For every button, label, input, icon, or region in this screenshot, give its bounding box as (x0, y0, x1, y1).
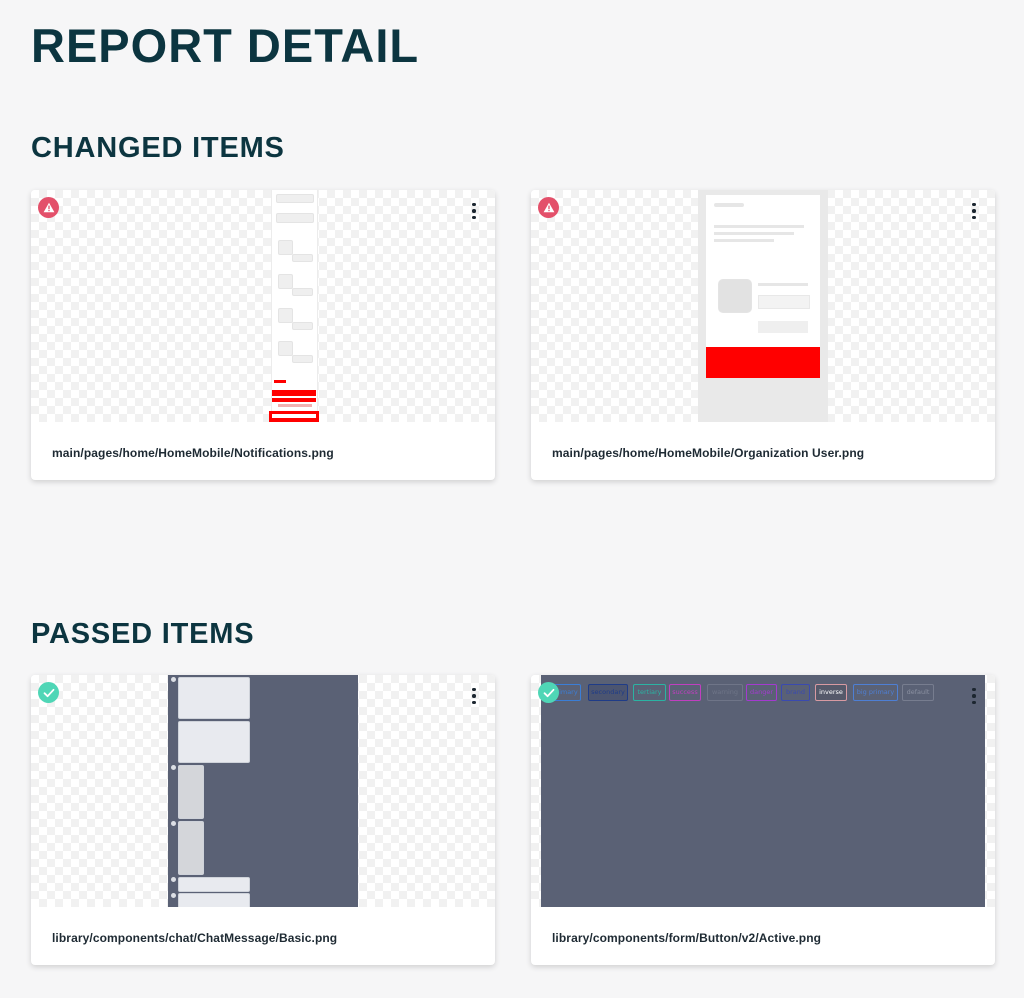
report-card-organization-user[interactable]: main/pages/home/HomeMobile/Organization … (531, 190, 995, 480)
screenshot-thumbnail[interactable] (31, 190, 495, 422)
screenshot-thumbnail[interactable] (531, 190, 995, 422)
item-path-caption[interactable]: library/components/chat/ChatMessage/Basi… (52, 931, 337, 945)
preview-button-danger: danger (746, 684, 777, 701)
preview-button-brand: brand (781, 684, 810, 701)
preview-button-tertiary: tertiary (633, 684, 666, 701)
preview-button-big-primary: big primary (853, 684, 898, 701)
warning-icon (538, 197, 559, 218)
mobile-screenshot-preview (269, 190, 319, 422)
preview-button-default: default (902, 684, 934, 701)
changed-items-heading: CHANGED ITEMS (31, 132, 285, 164)
warning-icon (38, 197, 59, 218)
more-vertical-icon[interactable] (467, 200, 481, 222)
report-card-notifications[interactable]: main/pages/home/HomeMobile/Notifications… (31, 190, 495, 480)
preview-button-inverse: inverse (815, 684, 847, 701)
preview-button-secondary: secondary (588, 684, 628, 701)
preview-button-warning: warning (707, 684, 743, 701)
buttons-screenshot-preview: primary secondary tertiary success warni… (541, 675, 985, 907)
item-path-caption[interactable]: library/components/form/Button/v2/Active… (552, 931, 821, 945)
page-title: REPORT DETAIL (31, 19, 420, 72)
screenshot-thumbnail[interactable]: primary secondary tertiary success warni… (531, 675, 995, 907)
more-vertical-icon[interactable] (467, 685, 481, 707)
preview-button-success: success (669, 684, 701, 701)
passed-items-heading: PASSED ITEMS (31, 618, 255, 650)
chat-screenshot-preview (168, 675, 358, 907)
item-path-caption[interactable]: main/pages/home/HomeMobile/Notifications… (52, 446, 334, 460)
mobile-screenshot-preview (698, 190, 828, 422)
more-vertical-icon[interactable] (967, 200, 981, 222)
check-icon (38, 682, 59, 703)
check-icon (538, 682, 559, 703)
more-vertical-icon[interactable] (967, 685, 981, 707)
report-card-button-active[interactable]: primary secondary tertiary success warni… (531, 675, 995, 965)
item-path-caption[interactable]: main/pages/home/HomeMobile/Organization … (552, 446, 864, 460)
screenshot-thumbnail[interactable] (31, 675, 495, 907)
report-card-chat-message[interactable]: library/components/chat/ChatMessage/Basi… (31, 675, 495, 965)
